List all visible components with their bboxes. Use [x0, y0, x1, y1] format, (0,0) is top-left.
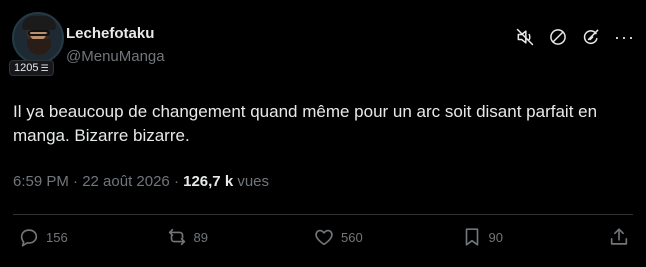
grok-icon[interactable]	[581, 27, 601, 47]
avatar-container[interactable]	[9, 9, 67, 67]
more-icon[interactable]: ···	[614, 28, 634, 46]
bookmark-count: 90	[488, 229, 503, 245]
bookmark-button[interactable]: 90	[461, 226, 581, 248]
tweet-meta: 6:59 PM · 22 août 2026 · 126,7 k vues	[13, 173, 269, 190]
repost-count: 89	[193, 229, 208, 245]
badge-count: 1205	[14, 62, 39, 74]
header-actions: ···	[515, 27, 634, 47]
like-button[interactable]: 560	[313, 226, 433, 248]
reply-icon	[20, 229, 38, 247]
author-name[interactable]: Lechefotaku	[66, 25, 154, 42]
avatar-cap	[22, 16, 56, 30]
block-icon[interactable]	[548, 27, 568, 47]
subscriber-badge[interactable]: 1205 ☰	[9, 60, 54, 76]
views-label: vues	[233, 173, 270, 190]
tweet-timestamp[interactable]: 6:59 PM · 22 août 2026 ·	[13, 173, 183, 190]
divider	[13, 214, 633, 215]
badge-icon: ☰	[40, 63, 49, 73]
avatar-glasses	[28, 30, 50, 36]
bookmark-icon	[465, 228, 478, 246]
mute-icon[interactable]	[515, 27, 535, 47]
repost-icon	[168, 228, 185, 246]
avatar-beard	[27, 39, 51, 55]
reply-count: 156	[46, 229, 68, 245]
repost-button[interactable]: 89	[166, 226, 286, 248]
share-button[interactable]	[608, 226, 630, 248]
tweet-text: Il ya beaucoup de changement quand même …	[13, 102, 598, 145]
heart-icon	[315, 229, 333, 246]
reply-button[interactable]: 156	[18, 226, 138, 248]
like-count: 560	[341, 229, 363, 245]
tweet-actions: 156 89 560 90	[18, 226, 630, 248]
avatar[interactable]	[12, 12, 64, 64]
author-handle[interactable]: @MenuManga	[66, 48, 165, 65]
views-count: 126,7 k	[183, 173, 234, 190]
share-icon	[610, 228, 628, 245]
